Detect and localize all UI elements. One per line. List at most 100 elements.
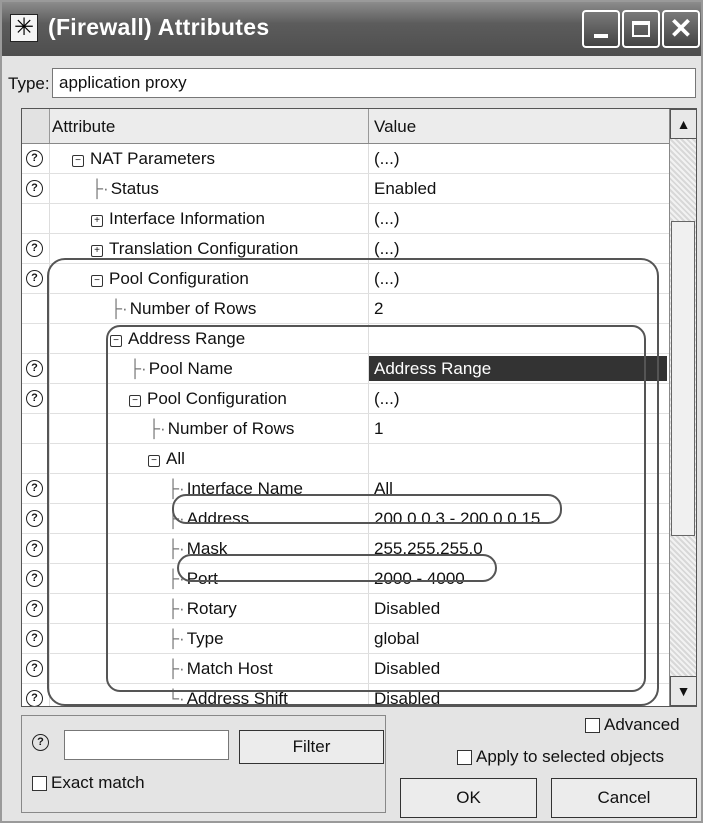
advanced-label: Advanced	[604, 715, 680, 734]
attribute-value[interactable]: All	[374, 479, 393, 499]
column-divider[interactable]	[368, 109, 369, 143]
collapse-icon[interactable]: −	[72, 155, 84, 167]
star-icon: ✳	[10, 14, 38, 42]
attribute-value[interactable]: 255.255.255.0	[374, 539, 483, 559]
scroll-thumb[interactable]	[671, 221, 695, 536]
column-divider	[368, 534, 369, 563]
row-gutter	[49, 624, 50, 653]
collapse-icon[interactable]: −	[148, 455, 160, 467]
help-icon[interactable]: ?	[26, 360, 43, 377]
help-icon[interactable]: ?	[26, 180, 43, 197]
row-gutter	[49, 174, 50, 203]
column-header-attribute[interactable]: Attribute	[52, 117, 115, 137]
attribute-value[interactable]: Enabled	[374, 179, 436, 199]
attribute-value[interactable]: 2000 - 4000	[374, 569, 465, 589]
help-icon[interactable]: ?	[26, 390, 43, 407]
attribute-row[interactable]: ? − NAT Parameters (...)	[22, 144, 669, 174]
advanced-checkbox[interactable]: Advanced	[585, 715, 680, 735]
collapse-icon[interactable]: −	[91, 275, 103, 287]
exact-match-box[interactable]	[32, 775, 47, 791]
attribute-row[interactable]: ? ├· Mask 255.255.255.0	[22, 534, 669, 564]
attribute-value[interactable]: (...)	[374, 209, 400, 229]
attribute-row[interactable]: ? − Pool Configuration (...)	[22, 384, 669, 414]
collapse-icon[interactable]: −	[129, 395, 141, 407]
minimize-button[interactable]	[582, 10, 620, 48]
advanced-box[interactable]	[585, 717, 600, 733]
help-icon[interactable]: ?	[26, 570, 43, 587]
attribute-row[interactable]: ? ├· Pool Name Address Range	[22, 354, 669, 384]
scroll-down-button[interactable]: ▼	[670, 676, 696, 706]
window-title: (Firewall) Attributes	[48, 14, 270, 40]
attribute-name: ├· Match Host	[167, 659, 273, 679]
help-icon[interactable]: ?	[26, 690, 43, 706]
help-icon[interactable]: ?	[26, 660, 43, 677]
vertical-scrollbar[interactable]: ▲ ▼	[669, 109, 696, 706]
attribute-row[interactable]: − Address Range	[22, 324, 669, 354]
filter-button[interactable]: Filter	[239, 730, 384, 764]
apply-box[interactable]	[457, 749, 472, 765]
attribute-value[interactable]: (...)	[374, 269, 400, 289]
ok-button[interactable]: OK	[400, 778, 537, 818]
help-icon[interactable]: ?	[32, 734, 49, 751]
attribute-row[interactable]: − All	[22, 444, 669, 474]
apply-to-selected-checkbox[interactable]: Apply to selected objects	[457, 747, 664, 767]
scroll-up-button[interactable]: ▲	[670, 109, 696, 139]
attribute-value[interactable]: (...)	[374, 239, 400, 259]
help-icon[interactable]: ?	[26, 150, 43, 167]
attribute-value[interactable]: (...)	[374, 149, 400, 169]
attribute-value[interactable]: 1	[374, 419, 383, 439]
attribute-row[interactable]: ? ├· Interface Name All	[22, 474, 669, 504]
title-bar[interactable]: ✳ (Firewall) Attributes ✕	[2, 2, 701, 56]
arrow-down-icon: ▼	[676, 683, 691, 699]
row-gutter	[49, 204, 50, 233]
attribute-row[interactable]: + Interface Information (...)	[22, 204, 669, 234]
attribute-value[interactable]: 200.0.0.3 - 200.0.0.15	[374, 509, 540, 529]
column-divider	[368, 594, 369, 623]
attribute-row[interactable]: ? ├· Port 2000 - 4000	[22, 564, 669, 594]
attribute-row[interactable]: ? ├· Type global	[22, 624, 669, 654]
attribute-value[interactable]: Disabled	[374, 689, 440, 706]
attribute-row[interactable]: ? ├· Status Enabled	[22, 174, 669, 204]
column-divider	[368, 234, 369, 263]
row-gutter	[49, 234, 50, 263]
help-icon[interactable]: ?	[26, 630, 43, 647]
row-gutter	[49, 264, 50, 293]
attribute-row[interactable]: ? ├· Match Host Disabled	[22, 654, 669, 684]
tree-connector-icon: ├·	[167, 539, 185, 558]
attribute-row[interactable]: ? └· Address Shift Disabled	[22, 684, 669, 706]
attribute-name: + Interface Information	[91, 209, 265, 229]
collapse-icon[interactable]: −	[110, 335, 122, 347]
help-icon[interactable]: ?	[26, 270, 43, 287]
attribute-row[interactable]: ? ├· Address 200.0.0.3 - 200.0.0.15	[22, 504, 669, 534]
attribute-value[interactable]: global	[374, 629, 419, 649]
exact-match-label: Exact match	[51, 773, 145, 792]
expand-icon[interactable]: +	[91, 245, 103, 257]
expand-icon[interactable]: +	[91, 215, 103, 227]
attribute-value[interactable]: Address Range	[374, 359, 491, 379]
help-icon[interactable]: ?	[26, 600, 43, 617]
cancel-button[interactable]: Cancel	[551, 778, 697, 818]
help-icon[interactable]: ?	[26, 240, 43, 257]
attribute-row[interactable]: ? ├· Rotary Disabled	[22, 594, 669, 624]
attribute-name: + Translation Configuration	[91, 239, 298, 259]
attribute-value[interactable]: (...)	[374, 389, 400, 409]
column-header-value[interactable]: Value	[374, 117, 416, 137]
help-icon[interactable]: ?	[26, 480, 43, 497]
attribute-row[interactable]: ? + Translation Configuration (...)	[22, 234, 669, 264]
exact-match-checkbox[interactable]: Exact match	[32, 773, 145, 793]
attribute-label: Type	[186, 629, 224, 648]
help-icon[interactable]: ?	[26, 540, 43, 557]
type-field: application proxy	[52, 68, 696, 98]
help-icon[interactable]: ?	[26, 510, 43, 527]
attribute-value[interactable]: Disabled	[374, 599, 440, 619]
close-button[interactable]: ✕	[662, 10, 700, 48]
maximize-button[interactable]	[622, 10, 660, 48]
attribute-row[interactable]: ? − Pool Configuration (...)	[22, 264, 669, 294]
attribute-name: ├· Port	[167, 569, 218, 589]
attribute-value[interactable]: Disabled	[374, 659, 440, 679]
filter-input[interactable]	[64, 730, 229, 760]
attribute-row[interactable]: ├· Number of Rows 1	[22, 414, 669, 444]
attribute-label: Number of Rows	[167, 419, 295, 438]
attribute-value[interactable]: 2	[374, 299, 383, 319]
attribute-row[interactable]: ├· Number of Rows 2	[22, 294, 669, 324]
